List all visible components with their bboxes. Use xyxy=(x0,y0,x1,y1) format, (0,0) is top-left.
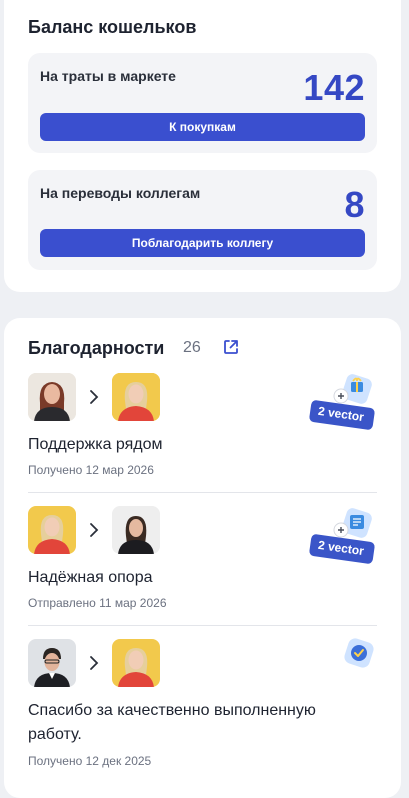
thank-colleague-button[interactable]: Поблагодарить коллегу xyxy=(40,229,365,257)
colleagues-wallet-label: На переводы коллегам xyxy=(40,185,201,201)
thanks-item-title: Надёжная опора xyxy=(28,569,153,586)
thanks-item-date: Отправлено 11 мар 2026 xyxy=(28,596,167,610)
thanks-item-date: Получено 12 дек 2025 xyxy=(28,754,152,768)
thanks-item[interactable]: Спасибо за качественно выполненную работ… xyxy=(28,639,377,779)
divider xyxy=(28,625,377,626)
market-wallet: На траты в маркете 142 К покупкам xyxy=(28,53,377,153)
market-wallet-label: На траты в маркете xyxy=(40,68,176,84)
thanks-title: Благодарности xyxy=(28,338,165,358)
chevron-right-icon xyxy=(90,656,99,670)
colleagues-wallet-value: 8 xyxy=(344,184,365,225)
to-shopping-button[interactable]: К покупкам xyxy=(40,113,365,141)
sender-avatar xyxy=(28,506,76,554)
recipient-avatar xyxy=(112,373,160,421)
balance-title: Баланс кошельков xyxy=(28,17,197,37)
thanks-item-title-line2: работу. xyxy=(28,726,82,743)
wallet-balance-card: Баланс кошельков На траты в маркете 142 … xyxy=(4,0,401,292)
chevron-right-icon xyxy=(90,390,99,404)
sender-avatar xyxy=(28,639,76,687)
check-badge-icon xyxy=(340,634,380,674)
recipient-avatar xyxy=(112,639,160,687)
external-link-icon[interactable] xyxy=(223,339,239,355)
reward-badge: 2 vector xyxy=(304,368,384,438)
divider xyxy=(28,492,377,493)
reward-badge: 2 vector xyxy=(304,502,384,572)
sender-avatar xyxy=(28,373,76,421)
thanks-count: 26 xyxy=(183,339,201,356)
thanks-item-title: Поддержка рядом xyxy=(28,436,163,453)
chevron-right-icon xyxy=(90,523,99,537)
colleagues-wallet: На переводы коллегам 8 Поблагодарить кол… xyxy=(28,170,377,270)
market-wallet-value: 142 xyxy=(303,67,365,108)
recipient-avatar xyxy=(112,506,160,554)
thanks-card: Благодарности 26 Поддержка рядом Получен… xyxy=(4,318,401,798)
thanks-item-date: Получено 12 мар 2026 xyxy=(28,463,154,477)
thanks-item-title-line1: Спасибо за качественно выполненную xyxy=(28,702,316,719)
